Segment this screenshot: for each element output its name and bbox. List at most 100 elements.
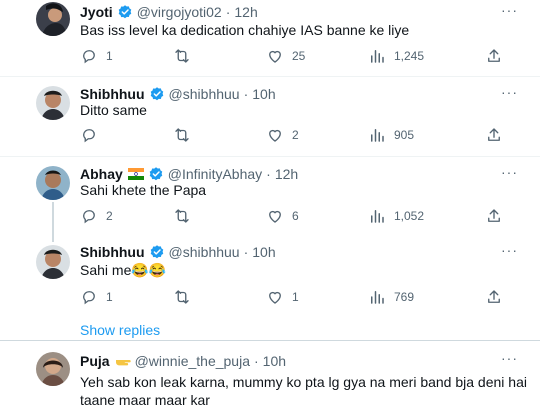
views-button[interactable]: 905 — [368, 126, 414, 144]
avatar[interactable] — [36, 86, 70, 120]
retweet-button[interactable] — [173, 288, 199, 306]
retweet-icon — [173, 47, 191, 65]
views-icon — [368, 288, 386, 306]
like-button[interactable]: 25 — [266, 47, 305, 65]
timestamp[interactable]: 10h — [263, 353, 286, 369]
reply-button[interactable] — [80, 126, 106, 144]
avatar[interactable] — [36, 166, 70, 200]
views-button[interactable]: 1,052 — [368, 207, 424, 225]
reply-count: 2 — [106, 209, 113, 223]
divider — [0, 76, 540, 77]
timestamp[interactable]: 12h — [275, 166, 298, 182]
share-icon — [485, 47, 503, 65]
like-button[interactable]: 2 — [266, 126, 299, 144]
timestamp[interactable]: 12h — [234, 4, 257, 20]
share-button[interactable] — [485, 126, 503, 144]
show-replies-link[interactable]: Show replies — [80, 322, 160, 338]
tweet-shibhhuu-1[interactable]: Shibhhuu @shibhhuu · 10h ··· Ditto same … — [0, 80, 540, 160]
tweet-text: Bas iss level ka dedication chahiye IAS … — [80, 22, 410, 38]
author-name[interactable]: Shibhhuu — [80, 244, 145, 260]
divider — [0, 156, 540, 157]
thread-line — [52, 202, 54, 242]
author-name[interactable]: Puja — [80, 353, 110, 369]
like-button[interactable]: 6 — [266, 207, 299, 225]
reply-icon — [80, 126, 98, 144]
like-icon — [266, 126, 284, 144]
tweet-shibhhuu-2[interactable]: Shibhhuu @shibhhuu · 10h ··· Sahi me😂😂 1… — [0, 240, 540, 320]
section-divider — [0, 340, 540, 341]
tweet-text-line-1: Yeh sab kon leak karna, mummy ko pta lg … — [80, 374, 527, 390]
share-icon — [485, 126, 503, 144]
tweet-abhay[interactable]: Abhay @InfinityAbhay · 12h ··· Sahi khet… — [0, 160, 540, 242]
reply-icon — [80, 207, 98, 225]
verified-badge-icon — [149, 86, 165, 102]
views-button[interactable]: 1,245 — [368, 47, 424, 65]
author-name[interactable]: Jyoti — [80, 4, 113, 20]
author-handle[interactable]: @shibhhuu — [169, 86, 240, 102]
tweet-actions: 1 25 1,245 — [80, 47, 510, 67]
tweet-text-line-2: taane maar maar kar — [80, 392, 210, 405]
views-button[interactable]: 769 — [368, 288, 414, 306]
tweet-jyoti[interactable]: Jyoti @virgojyoti02 · 12h ··· Bas iss le… — [0, 0, 540, 80]
tweet-actions: 2 905 — [80, 126, 510, 146]
tweet-puja[interactable]: Puja @winnie_the_puja · 10h ··· Yeh sab … — [0, 348, 540, 405]
reply-button[interactable]: 2 — [80, 207, 113, 225]
author-handle[interactable]: @winnie_the_puja — [135, 353, 250, 369]
separator-dot: · — [243, 86, 249, 102]
more-icon[interactable]: ··· — [501, 2, 518, 18]
view-count: 769 — [394, 290, 415, 304]
reply-icon — [80, 47, 98, 65]
more-icon[interactable]: ··· — [501, 84, 518, 100]
views-icon — [368, 47, 386, 65]
avatar[interactable] — [36, 2, 70, 36]
tweet-actions: 1 1 769 — [80, 288, 510, 308]
share-button[interactable] — [485, 47, 503, 65]
like-icon — [266, 47, 284, 65]
like-button[interactable]: 1 — [266, 288, 299, 306]
retweet-button[interactable] — [173, 47, 199, 65]
reply-icon — [80, 288, 98, 306]
tweet-text: Sahi me😂😂 — [80, 262, 167, 278]
separator-dot: · — [243, 244, 249, 260]
share-button[interactable] — [485, 288, 503, 306]
timestamp[interactable]: 10h — [252, 86, 275, 102]
share-icon — [485, 207, 503, 225]
retweet-button[interactable] — [173, 126, 199, 144]
verified-badge-icon — [149, 244, 165, 260]
retweet-icon — [173, 126, 191, 144]
like-count: 6 — [292, 209, 299, 223]
more-icon[interactable]: ··· — [501, 350, 518, 366]
share-button[interactable] — [485, 207, 503, 225]
reply-count: 1 — [106, 49, 113, 63]
author-handle[interactable]: @virgojyoti02 — [137, 4, 222, 20]
author-handle[interactable]: @shibhhuu — [169, 244, 240, 260]
like-icon — [266, 288, 284, 306]
like-count: 25 — [292, 49, 306, 63]
timestamp[interactable]: 10h — [252, 244, 275, 260]
retweet-button[interactable] — [173, 207, 199, 225]
view-count: 1,052 — [394, 209, 425, 223]
reply-count: 1 — [106, 290, 113, 304]
view-count: 905 — [394, 128, 415, 142]
verified-badge-icon — [117, 4, 133, 20]
retweet-icon — [173, 288, 191, 306]
pointing-hand-icon — [115, 355, 131, 367]
like-icon — [266, 207, 284, 225]
reply-button[interactable]: 1 — [80, 47, 113, 65]
tweet-actions: 2 6 1,052 — [80, 207, 510, 227]
avatar[interactable] — [36, 245, 70, 279]
separator-dot: · — [225, 4, 231, 20]
views-icon — [368, 207, 386, 225]
more-icon[interactable]: ··· — [501, 164, 518, 180]
avatar[interactable] — [36, 352, 70, 386]
retweet-icon — [173, 207, 191, 225]
like-count: 1 — [292, 290, 299, 304]
views-icon — [368, 126, 386, 144]
view-count: 1,245 — [394, 49, 425, 63]
tweet-text: Sahi khete the Papa — [80, 182, 207, 198]
like-count: 2 — [292, 128, 299, 142]
more-icon[interactable]: ··· — [501, 242, 518, 258]
india-flag-icon — [127, 168, 144, 180]
reply-button[interactable]: 1 — [80, 288, 113, 306]
share-icon — [485, 288, 503, 306]
